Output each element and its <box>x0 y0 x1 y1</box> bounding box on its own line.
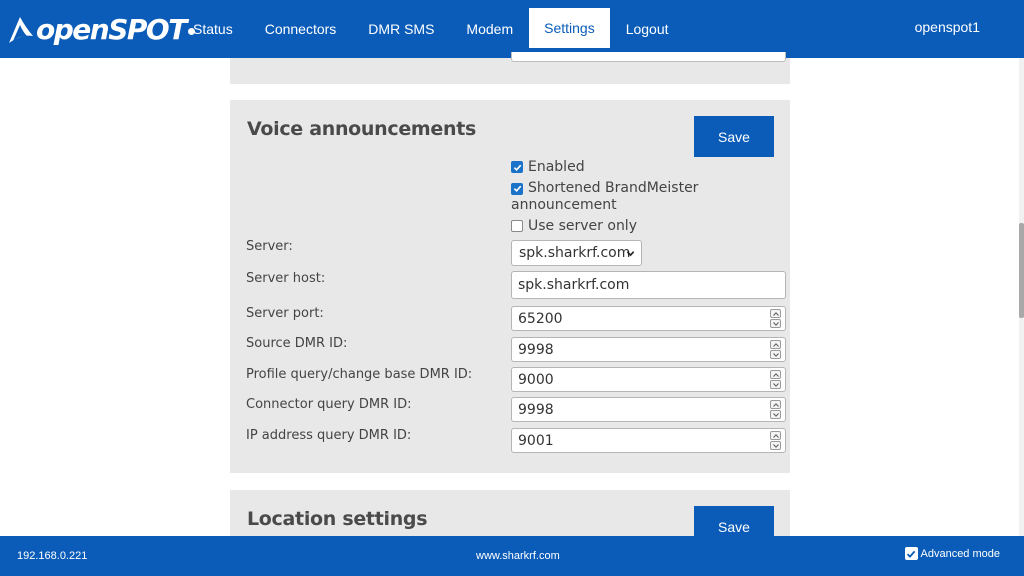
location-save-button[interactable]: Save <box>694 506 774 536</box>
spin-up-icon[interactable] <box>770 431 781 440</box>
ip-address-query-dmr-id-value: 9001 <box>518 432 554 449</box>
footer-bar: 192.168.0.221 www.sharkrf.com Advanced m… <box>0 536 1024 576</box>
source-dmr-id-input[interactable]: 9998 <box>511 337 786 362</box>
main-nav: Status Connectors DMR SMS Modem Settings… <box>177 0 685 58</box>
logo-text: openSPOT <box>36 12 187 46</box>
spin-up-icon[interactable] <box>770 370 781 379</box>
connector-query-dmr-id-spinner[interactable] <box>770 400 781 419</box>
ip-address-query-dmr-id-spinner[interactable] <box>770 431 781 450</box>
ip-address-query-dmr-id-input[interactable]: 9001 <box>511 428 786 453</box>
top-header: openSPOT Status Connectors DMR SMS Modem… <box>0 0 1024 58</box>
nav-settings[interactable]: Settings <box>529 8 610 48</box>
enabled-label: Enabled <box>528 159 585 175</box>
voice-save-button[interactable]: Save <box>694 116 774 157</box>
scrollbar-thumb[interactable] <box>1019 223 1024 318</box>
device-ip: 192.168.0.221 <box>17 550 88 562</box>
server-port-label: Server port: <box>246 306 324 321</box>
chevron-down-icon <box>626 251 635 257</box>
spin-up-icon[interactable] <box>770 400 781 409</box>
profile-query-dmr-id-label: Profile query/change base DMR ID: <box>246 367 473 382</box>
nav-modem[interactable]: Modem <box>450 0 529 58</box>
advanced-mode-label: Advanced mode <box>920 547 1001 560</box>
ip-address-query-dmr-id-label: IP address query DMR ID: <box>246 428 412 443</box>
nav-dmr-sms[interactable]: DMR SMS <box>352 0 450 58</box>
shortened-checkbox-row[interactable]: Shortened BrandMeister announcement <box>511 180 721 214</box>
server-only-checkbox-row[interactable]: Use server only <box>511 218 637 234</box>
server-host-label: Server host: <box>246 271 326 286</box>
shortened-checkbox[interactable] <box>511 182 523 195</box>
enabled-checkbox-row[interactable]: Enabled <box>511 159 585 175</box>
location-settings-title: Location settings <box>247 508 428 530</box>
server-port-input[interactable]: 65200 <box>511 306 786 331</box>
spin-down-icon[interactable] <box>770 380 781 389</box>
profile-query-dmr-id-value: 9000 <box>518 371 554 388</box>
location-settings-panel: Location settings Save <box>230 490 790 536</box>
shark-fin-icon <box>9 17 33 43</box>
server-port-value: 65200 <box>518 310 563 327</box>
spin-down-icon[interactable] <box>770 410 781 419</box>
nav-logout[interactable]: Logout <box>610 0 685 58</box>
check-icon <box>513 185 521 193</box>
server-select-value: spk.sharkrf.com <box>519 245 631 261</box>
server-host-input[interactable]: spk.sharkrf.com <box>511 271 786 299</box>
server-select[interactable]: spk.sharkrf.com <box>511 240 642 266</box>
spin-up-icon[interactable] <box>770 340 781 349</box>
nav-connectors[interactable]: Connectors <box>249 0 353 58</box>
check-icon <box>906 550 916 558</box>
server-only-label: Use server only <box>528 218 637 234</box>
page-scrollbar[interactable] <box>1019 58 1024 536</box>
advanced-mode-checkbox[interactable] <box>904 547 918 560</box>
shortened-label: Shortened BrandMeister announcement <box>511 180 699 213</box>
spin-down-icon[interactable] <box>770 350 781 359</box>
source-dmr-id-label: Source DMR ID: <box>246 336 348 351</box>
check-icon <box>513 164 521 171</box>
voice-announcements-title: Voice announcements <box>247 118 477 140</box>
source-dmr-id-value: 9998 <box>518 341 554 358</box>
device-name: openspot1 <box>914 19 980 35</box>
sharkrf-link[interactable]: www.sharkrf.com <box>476 550 560 562</box>
opensport-logo[interactable]: openSPOT <box>8 12 195 46</box>
connector-query-dmr-id-input[interactable]: 9998 <box>511 397 786 422</box>
advanced-mode-toggle[interactable]: Advanced mode <box>904 547 1001 560</box>
spin-up-icon[interactable] <box>770 309 781 318</box>
spin-down-icon[interactable] <box>770 441 781 450</box>
profile-query-dmr-id-input[interactable]: 9000 <box>511 367 786 392</box>
enabled-checkbox[interactable] <box>511 161 523 173</box>
nav-status[interactable]: Status <box>177 0 249 58</box>
server-label: Server: <box>246 239 293 254</box>
previous-panel-input[interactable] <box>511 52 786 62</box>
source-dmr-id-spinner[interactable] <box>770 340 781 359</box>
server-only-checkbox[interactable] <box>511 220 523 232</box>
voice-announcements-panel: Voice announcements Save Enabled Shorten… <box>230 100 790 473</box>
server-host-value: spk.sharkrf.com <box>518 277 630 293</box>
connector-query-dmr-id-label: Connector query DMR ID: <box>246 397 412 412</box>
server-port-spinner[interactable] <box>770 309 781 328</box>
spin-down-icon[interactable] <box>770 319 781 328</box>
previous-settings-panel <box>230 52 790 84</box>
profile-query-dmr-id-spinner[interactable] <box>770 370 781 389</box>
connector-query-dmr-id-value: 9998 <box>518 401 554 418</box>
